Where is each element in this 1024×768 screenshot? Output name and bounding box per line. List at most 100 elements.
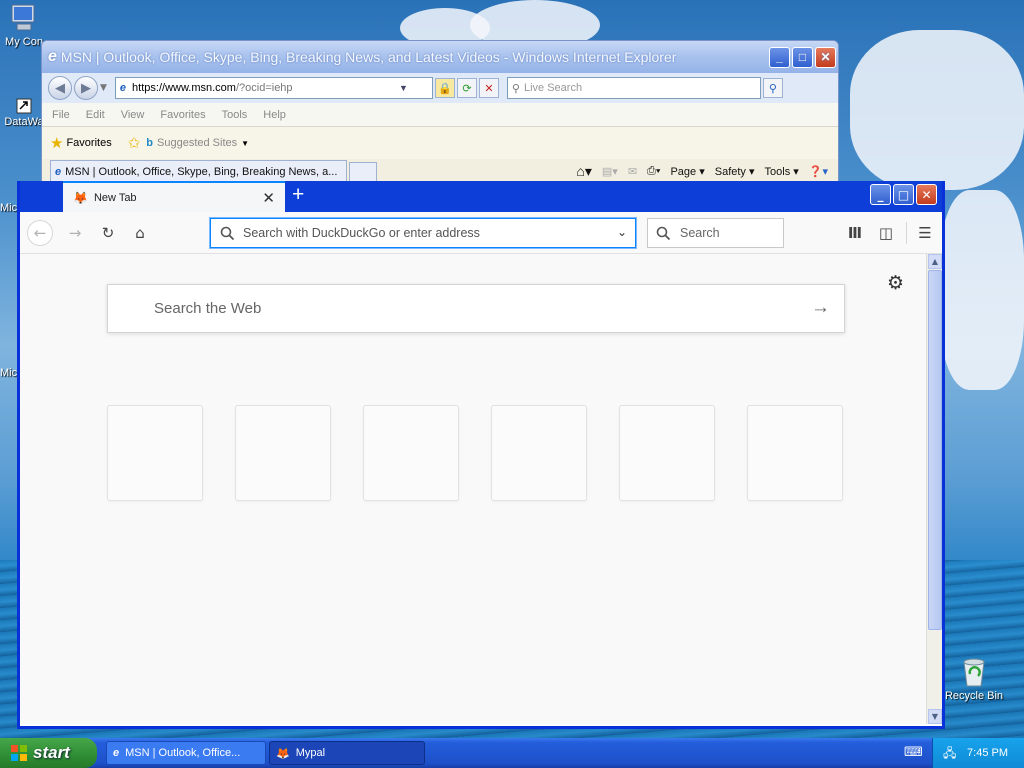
windows-logo-icon [11,745,27,761]
ie-menu-file[interactable]: File [52,109,70,121]
vertical-scrollbar[interactable]: ▲ ▼ [926,254,942,724]
ie-page-menu-label: Page [670,166,697,178]
ie-favorites-button[interactable]: Favorites [66,137,111,149]
desktop-icon-label: My Con [5,36,43,48]
ie-stop-button[interactable]: ✕ [478,78,499,98]
navigation-toolbar: ← → ↻ ⌂ Search with DuckDuckGo or enter … [20,212,942,254]
scroll-up-arrow-icon[interactable]: ▲ [928,254,942,269]
print-icon[interactable]: ⎙▾ [647,165,660,178]
ie-back-button[interactable]: ◀ [48,76,72,100]
ie-page-menu[interactable]: Page ▾ [670,165,704,178]
search-bar-placeholder: Search [680,226,720,240]
browser-window[interactable]: 🦊 New Tab ✕ + _ □ ✕ ← → ↻ ⌂ Search with … [17,181,945,729]
desktop-icon-datawa[interactable]: DataWa [2,98,46,128]
new-tab-page: Search the Web → ⚙ [20,254,926,724]
ie-menu-view[interactable]: View [121,109,145,121]
clock[interactable]: 7:45 PM [967,747,1008,759]
ie-safety-menu[interactable]: Safety ▾ [715,165,755,178]
ie-live-search[interactable]: ⚲ Live Search [506,77,761,99]
ie-window[interactable]: e MSN | Outlook, Office, Skype, Bing, Br… [41,40,839,190]
mypal-icon: 🦊 [276,747,290,760]
ie-history-dropdown-icon[interactable]: ▼ [100,83,107,93]
feeds-icon[interactable]: ▤▾ [602,165,618,178]
ie-refresh-button[interactable]: ⟳ [456,78,477,98]
desktop-icon-label: Recycle Bin [944,690,1004,702]
ie-tools-menu-label: Tools [764,166,791,178]
ie-close-button[interactable]: ✕ [815,46,836,68]
ie-logo-icon: e [113,747,120,759]
tab-title: New Tab [93,191,137,204]
search-icon [656,226,671,241]
forward-button[interactable]: → [62,220,88,246]
ie-menu-tools[interactable]: Tools [222,109,248,121]
close-tab-icon[interactable]: ✕ [262,189,275,207]
library-icon[interactable]: Ⅲ [842,220,868,246]
ie-forward-button[interactable]: ▶ [74,76,98,100]
ie-command-bar: ⌂▾ ▤▾ ✉ ⎙▾ Page ▾ Safety ▾ Tools ▾ ❓▾ [576,163,828,180]
reload-button[interactable]: ↻ [95,220,121,246]
ie-suggested-sites[interactable]: Suggested Sites [157,137,237,149]
url-bar[interactable]: Search with DuckDuckGo or enter address … [210,218,636,248]
ie-menu-edit[interactable]: Edit [86,109,105,121]
ie-new-tab-button[interactable] [349,162,377,182]
top-site-tile[interactable] [491,405,587,501]
mail-icon[interactable]: ✉ [628,165,637,178]
recycle-bin-icon [963,658,985,687]
browser-tabbar: 🦊 New Tab ✕ + _ □ ✕ [20,181,942,212]
favorites-star-icon: ★ [50,135,64,152]
top-site-tile[interactable] [107,405,203,501]
help-icon[interactable]: ❓▾ [809,165,828,178]
search-icon: ⚲ [511,82,520,95]
scroll-down-arrow-icon[interactable]: ▼ [928,709,942,724]
top-site-tile[interactable] [363,405,459,501]
ie-minimize-button[interactable]: _ [769,46,790,68]
close-button[interactable]: ✕ [916,184,937,205]
web-search-box[interactable]: Search the Web → [107,284,845,333]
ie-menu-help[interactable]: Help [263,109,286,121]
gear-icon[interactable]: ⚙ [887,272,904,294]
top-site-tile[interactable] [747,405,843,501]
ie-tools-menu[interactable]: Tools ▾ [765,165,799,178]
hamburger-menu-icon[interactable]: ☰ [912,220,938,246]
back-button[interactable]: ← [27,220,53,246]
ie-menu-favorites[interactable]: Favorites [160,109,205,121]
arrow-right-icon[interactable]: → [811,297,830,319]
chevron-down-icon: ▼ [241,138,250,148]
maximize-button[interactable]: □ [893,184,914,205]
url-bar-placeholder: Search with DuckDuckGo or enter address [243,226,480,240]
add-favorite-icon[interactable]: ✩ [128,134,141,152]
chevron-down-icon[interactable]: ⌄ [617,225,627,239]
desktop-icon-label: DataWa [4,116,44,128]
sidebar-icon[interactable]: ◫ [873,220,899,246]
top-site-tile[interactable] [619,405,715,501]
ie-address-dropdown-icon[interactable]: ▼ [399,83,408,93]
taskbar-item-mypal[interactable]: 🦊 Mypal [269,741,425,765]
ie-lock-icon[interactable]: 🔒 [434,78,455,98]
keyboard-icon[interactable]: ⌨ [904,745,923,760]
scrollbar-thumb[interactable] [928,270,942,630]
network-icon[interactable]: 🖧 [943,744,956,765]
taskbar-item-label: Mypal [295,747,326,759]
tab-new-tab[interactable]: 🦊 New Tab ✕ [63,181,285,212]
minimize-button[interactable]: _ [870,184,891,205]
ie-maximize-button[interactable]: □ [792,46,813,68]
ie-window-title: MSN | Outlook, Office, Skype, Bing, Brea… [60,49,677,65]
ie-tab-title: MSN | Outlook, Office, Skype, Bing, Brea… [65,166,338,178]
ie-search-go-button[interactable]: ⚲ [762,78,783,98]
desktop-icon-label: Mic [0,367,18,379]
desktop-icon-recycle-bin[interactable]: Recycle Bin [944,656,1004,702]
top-site-tile[interactable] [235,405,331,501]
search-bar[interactable]: Search [647,218,784,248]
new-tab-button[interactable]: + [292,183,304,207]
desktop-icon-label: Mic [0,202,18,214]
start-button[interactable]: start [0,738,97,768]
desktop-icon-my-computer[interactable]: My Con [2,2,46,48]
shortcut-icon [16,98,32,114]
ie-address-bar[interactable]: e https://www.msn.com/?ocid=iehp ▼ [114,77,433,99]
taskbar-item-msn[interactable]: e MSN | Outlook, Office... [106,741,266,765]
ie-address-host: https://www.msn.com [132,82,236,94]
toolbar-separator [906,222,907,244]
ie-titlebar[interactable]: e MSN | Outlook, Office, Skype, Bing, Br… [42,41,838,73]
home-button[interactable]: ⌂ [127,220,153,246]
home-icon[interactable]: ⌂▾ [576,163,591,180]
